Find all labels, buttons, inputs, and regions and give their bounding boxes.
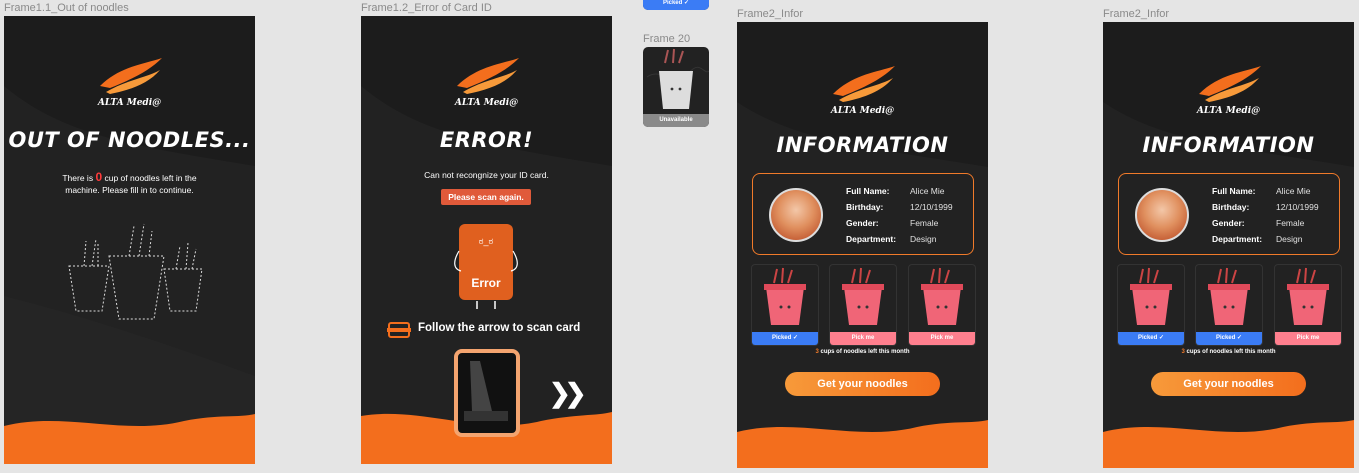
error-message: Can not recongnize your ID card. — [424, 170, 549, 180]
user-info-card: Full Name: Alice Mie Birthday: 12/10/1999 … — [752, 173, 974, 255]
alta-media-logo: ALTA Medi@ — [823, 64, 903, 116]
picked-tag: Picked ✓ — [752, 332, 818, 345]
frame-error-card-id[interactable]: ALTA Medi@ ERROR! Can not recongnize you… — [361, 16, 612, 464]
noodle-option-1[interactable]: Picked ✓ — [1117, 264, 1185, 346]
picked-tag: Picked ✓ — [643, 0, 709, 10]
info-row-gender: Gender: Female — [1212, 218, 1305, 228]
noodle-cup-icon — [921, 267, 963, 325]
frame-information-2[interactable]: ALTA Medi@ INFORMATION Full Name: Alice M… — [1103, 22, 1354, 468]
noodle-cup-icon — [1287, 267, 1329, 325]
scan-hint-text: Follow the arrow to scan card — [418, 322, 581, 334]
info-row-department: Department: Design — [846, 234, 937, 244]
frame-information-1[interactable]: ALTA Medi@ INFORMATION Full Name: Alice M… — [737, 22, 988, 468]
avatar — [1135, 188, 1189, 242]
get-noodles-button[interactable]: Get your noodles — [785, 372, 940, 396]
info-row-fullname: Full Name: Alice Mie — [846, 186, 945, 196]
frame-label-infor-1: Frame2_Infor — [737, 8, 804, 20]
out-of-noodles-title: OUT OF NOODLES... — [8, 128, 251, 152]
noodle-cup-icon — [1130, 267, 1172, 325]
noodle-cup-icon — [1208, 267, 1250, 325]
unavailable-thumbnail[interactable]: Unavailable — [643, 47, 709, 127]
info-row-department: Department: Design — [1212, 234, 1303, 244]
frame-label-infor-2: Frame2_Infor — [1103, 8, 1170, 20]
frame-label-out-of-noodles: Frame1.1_Out of noodles — [4, 2, 129, 14]
cups-left-text: 3 cups of noodles left this month — [1181, 349, 1276, 355]
pick-me-tag: Pick me — [830, 332, 896, 345]
picked-tag: Picked ✓ — [1196, 332, 1262, 345]
unavailable-tag: Unavailable — [643, 114, 709, 127]
out-of-noodles-message: There is 0 cup of noodles left in the ma… — [62, 170, 197, 195]
alta-media-logo: ALTA Medi@ — [447, 56, 527, 108]
noodle-option-3[interactable]: Pick me — [908, 264, 976, 346]
cups-left-text: 3 cups of noodles left this month — [815, 349, 910, 355]
frame-label-error: Frame1.2_Error of Card ID — [361, 2, 492, 14]
alta-media-logo: ALTA Medi@ — [1189, 64, 1269, 116]
info-row-fullname: Full Name: Alice Mie — [1212, 186, 1311, 196]
picked-tag: Picked ✓ — [1118, 332, 1184, 345]
card-scan-slot[interactable] — [454, 349, 520, 437]
noodle-option-2[interactable]: Picked ✓ — [1195, 264, 1263, 346]
info-row-birthday: Birthday: 12/10/1999 — [1212, 202, 1319, 212]
chevron-right-icon: ❯❯ — [549, 378, 586, 408]
noodle-cup-icon — [842, 267, 884, 325]
avatar — [769, 188, 823, 242]
info-row-gender: Gender: Female — [846, 218, 939, 228]
user-info-card: Full Name: Alice Mie Birthday: 12/10/1999 … — [1118, 173, 1340, 255]
card-limbs-icon — [454, 250, 518, 309]
frame-label-frame20: Frame 20 — [643, 33, 691, 45]
info-row-birthday: Birthday: 12/10/1999 — [846, 202, 953, 212]
noodle-option-3[interactable]: Pick me — [1274, 264, 1342, 346]
empty-cups-icon — [68, 223, 203, 320]
frame-out-of-noodles[interactable]: ALTA Medi@ OUT OF NOODLES... There is 0 … — [4, 16, 255, 464]
information-title: INFORMATION — [776, 133, 949, 157]
alta-media-logo: ALTA Medi@ — [90, 56, 170, 108]
error-title: ERROR! — [439, 128, 534, 152]
scan-again-button[interactable]: Please scan again. — [441, 189, 531, 205]
pick-me-tag: Pick me — [1275, 332, 1341, 345]
card-scanner-icon — [387, 320, 411, 340]
noodle-cup-icon — [764, 267, 806, 325]
picked-thumbnail[interactable]: Picked ✓ — [643, 0, 709, 10]
noodle-option-2[interactable]: Pick me — [829, 264, 897, 346]
get-noodles-button[interactable]: Get your noodles — [1151, 372, 1306, 396]
information-title: INFORMATION — [1142, 133, 1315, 157]
pick-me-tag: Pick me — [909, 332, 975, 345]
noodle-option-1[interactable]: Picked ✓ — [751, 264, 819, 346]
